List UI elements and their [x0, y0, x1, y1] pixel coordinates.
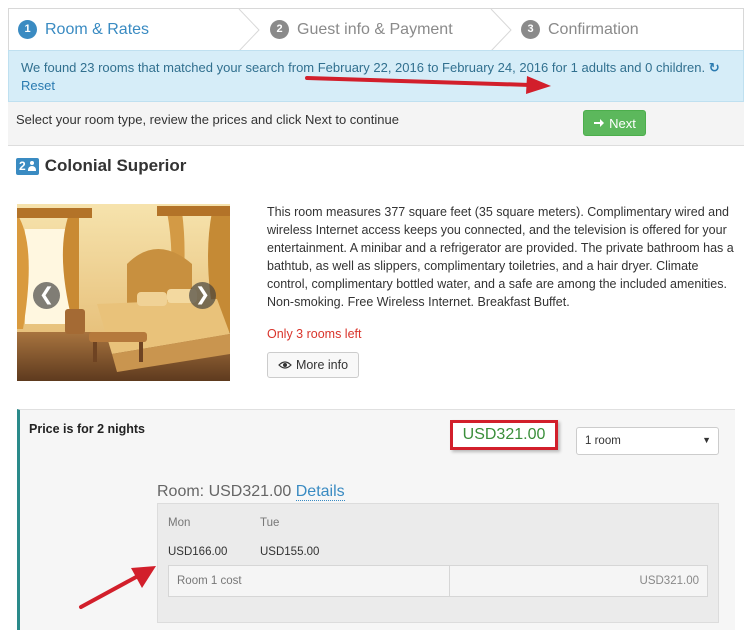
details-link[interactable]: Details	[295, 483, 345, 501]
breakdown-room-total: Room: USD321.00	[157, 483, 292, 500]
room-cost-row: Room 1 cost USD321.00	[168, 565, 708, 597]
next-button[interactable]: Next	[583, 110, 646, 136]
more-info-label: More info	[295, 358, 349, 372]
room-quantity-select[interactable]: 1 room ▼	[576, 427, 719, 455]
step-separator	[490, 9, 512, 51]
price-breakdown-table: Mon Tue USD166.00 USD155.00 Room 1 cost …	[157, 503, 719, 623]
search-result-message: We found 23 rooms that matched your sear…	[21, 60, 706, 75]
day-label-tue: Tue	[260, 517, 280, 529]
arrow-right-icon	[594, 119, 605, 127]
step-number: 3	[521, 20, 540, 39]
step-room-rates[interactable]: 1 Room & Rates	[18, 9, 149, 50]
total-price: USD321.00	[450, 420, 558, 450]
room-photo-carousel[interactable]: ❮ ❯	[17, 204, 230, 381]
rooms-left-notice: Only 3 rooms left	[267, 327, 362, 341]
instruction-text: Select your room type, review the prices…	[16, 112, 399, 127]
next-button-label: Next	[609, 115, 636, 131]
step-label: Guest info & Payment	[297, 20, 453, 38]
chevron-right-icon: ❯	[194, 284, 211, 304]
carousel-next-button[interactable]: ❯	[189, 282, 216, 309]
reset-link[interactable]: Reset	[21, 78, 55, 93]
room-description: This room measures 377 square feet (35 s…	[267, 205, 734, 309]
price-panel: Price is for 2 nights USD321.00 1 room ▼…	[17, 409, 735, 630]
caret-down-icon: ▼	[702, 435, 711, 445]
carousel-prev-button[interactable]: ❮	[33, 282, 60, 309]
day-amount-mon: USD166.00	[168, 546, 228, 558]
step-number: 2	[270, 20, 289, 39]
occupancy-count: 2	[19, 159, 26, 173]
step-guest-info-payment[interactable]: 2 Guest info & Payment	[270, 9, 453, 50]
booking-steps: 1 Room & Rates 2 Guest info & Payment 3 …	[8, 8, 744, 51]
room-header: 2 Colonial Superior	[16, 156, 186, 176]
day-amount-tue: USD155.00	[260, 546, 320, 558]
price-duration: Price is for 2 nights	[29, 422, 146, 436]
refresh-icon[interactable]: ↻	[709, 59, 720, 77]
price-breakdown-title: Room: USD321.00 Details	[157, 483, 345, 501]
step-label: Room & Rates	[45, 20, 150, 38]
step-confirmation[interactable]: 3 Confirmation	[521, 9, 639, 50]
step-separator	[238, 9, 260, 51]
occupancy-badge: 2	[16, 157, 39, 175]
room-name: Colonial Superior	[44, 156, 187, 175]
day-label-mon: Mon	[168, 517, 191, 529]
room-cost-value: USD321.00	[639, 575, 699, 587]
chevron-left-icon: ❮	[38, 284, 55, 304]
search-result-banner: We found 23 rooms that matched your sear…	[8, 50, 744, 102]
room-quantity-value: 1 room	[585, 435, 621, 447]
instruction-bar: Select your room type, review the prices…	[8, 102, 744, 146]
more-info-button[interactable]: More info	[267, 352, 359, 378]
step-label: Confirmation	[548, 20, 639, 38]
column-divider	[449, 566, 450, 596]
room-cost-label: Room 1 cost	[177, 575, 242, 587]
person-icon	[27, 161, 36, 171]
eye-icon	[278, 361, 292, 369]
step-number: 1	[18, 20, 37, 39]
